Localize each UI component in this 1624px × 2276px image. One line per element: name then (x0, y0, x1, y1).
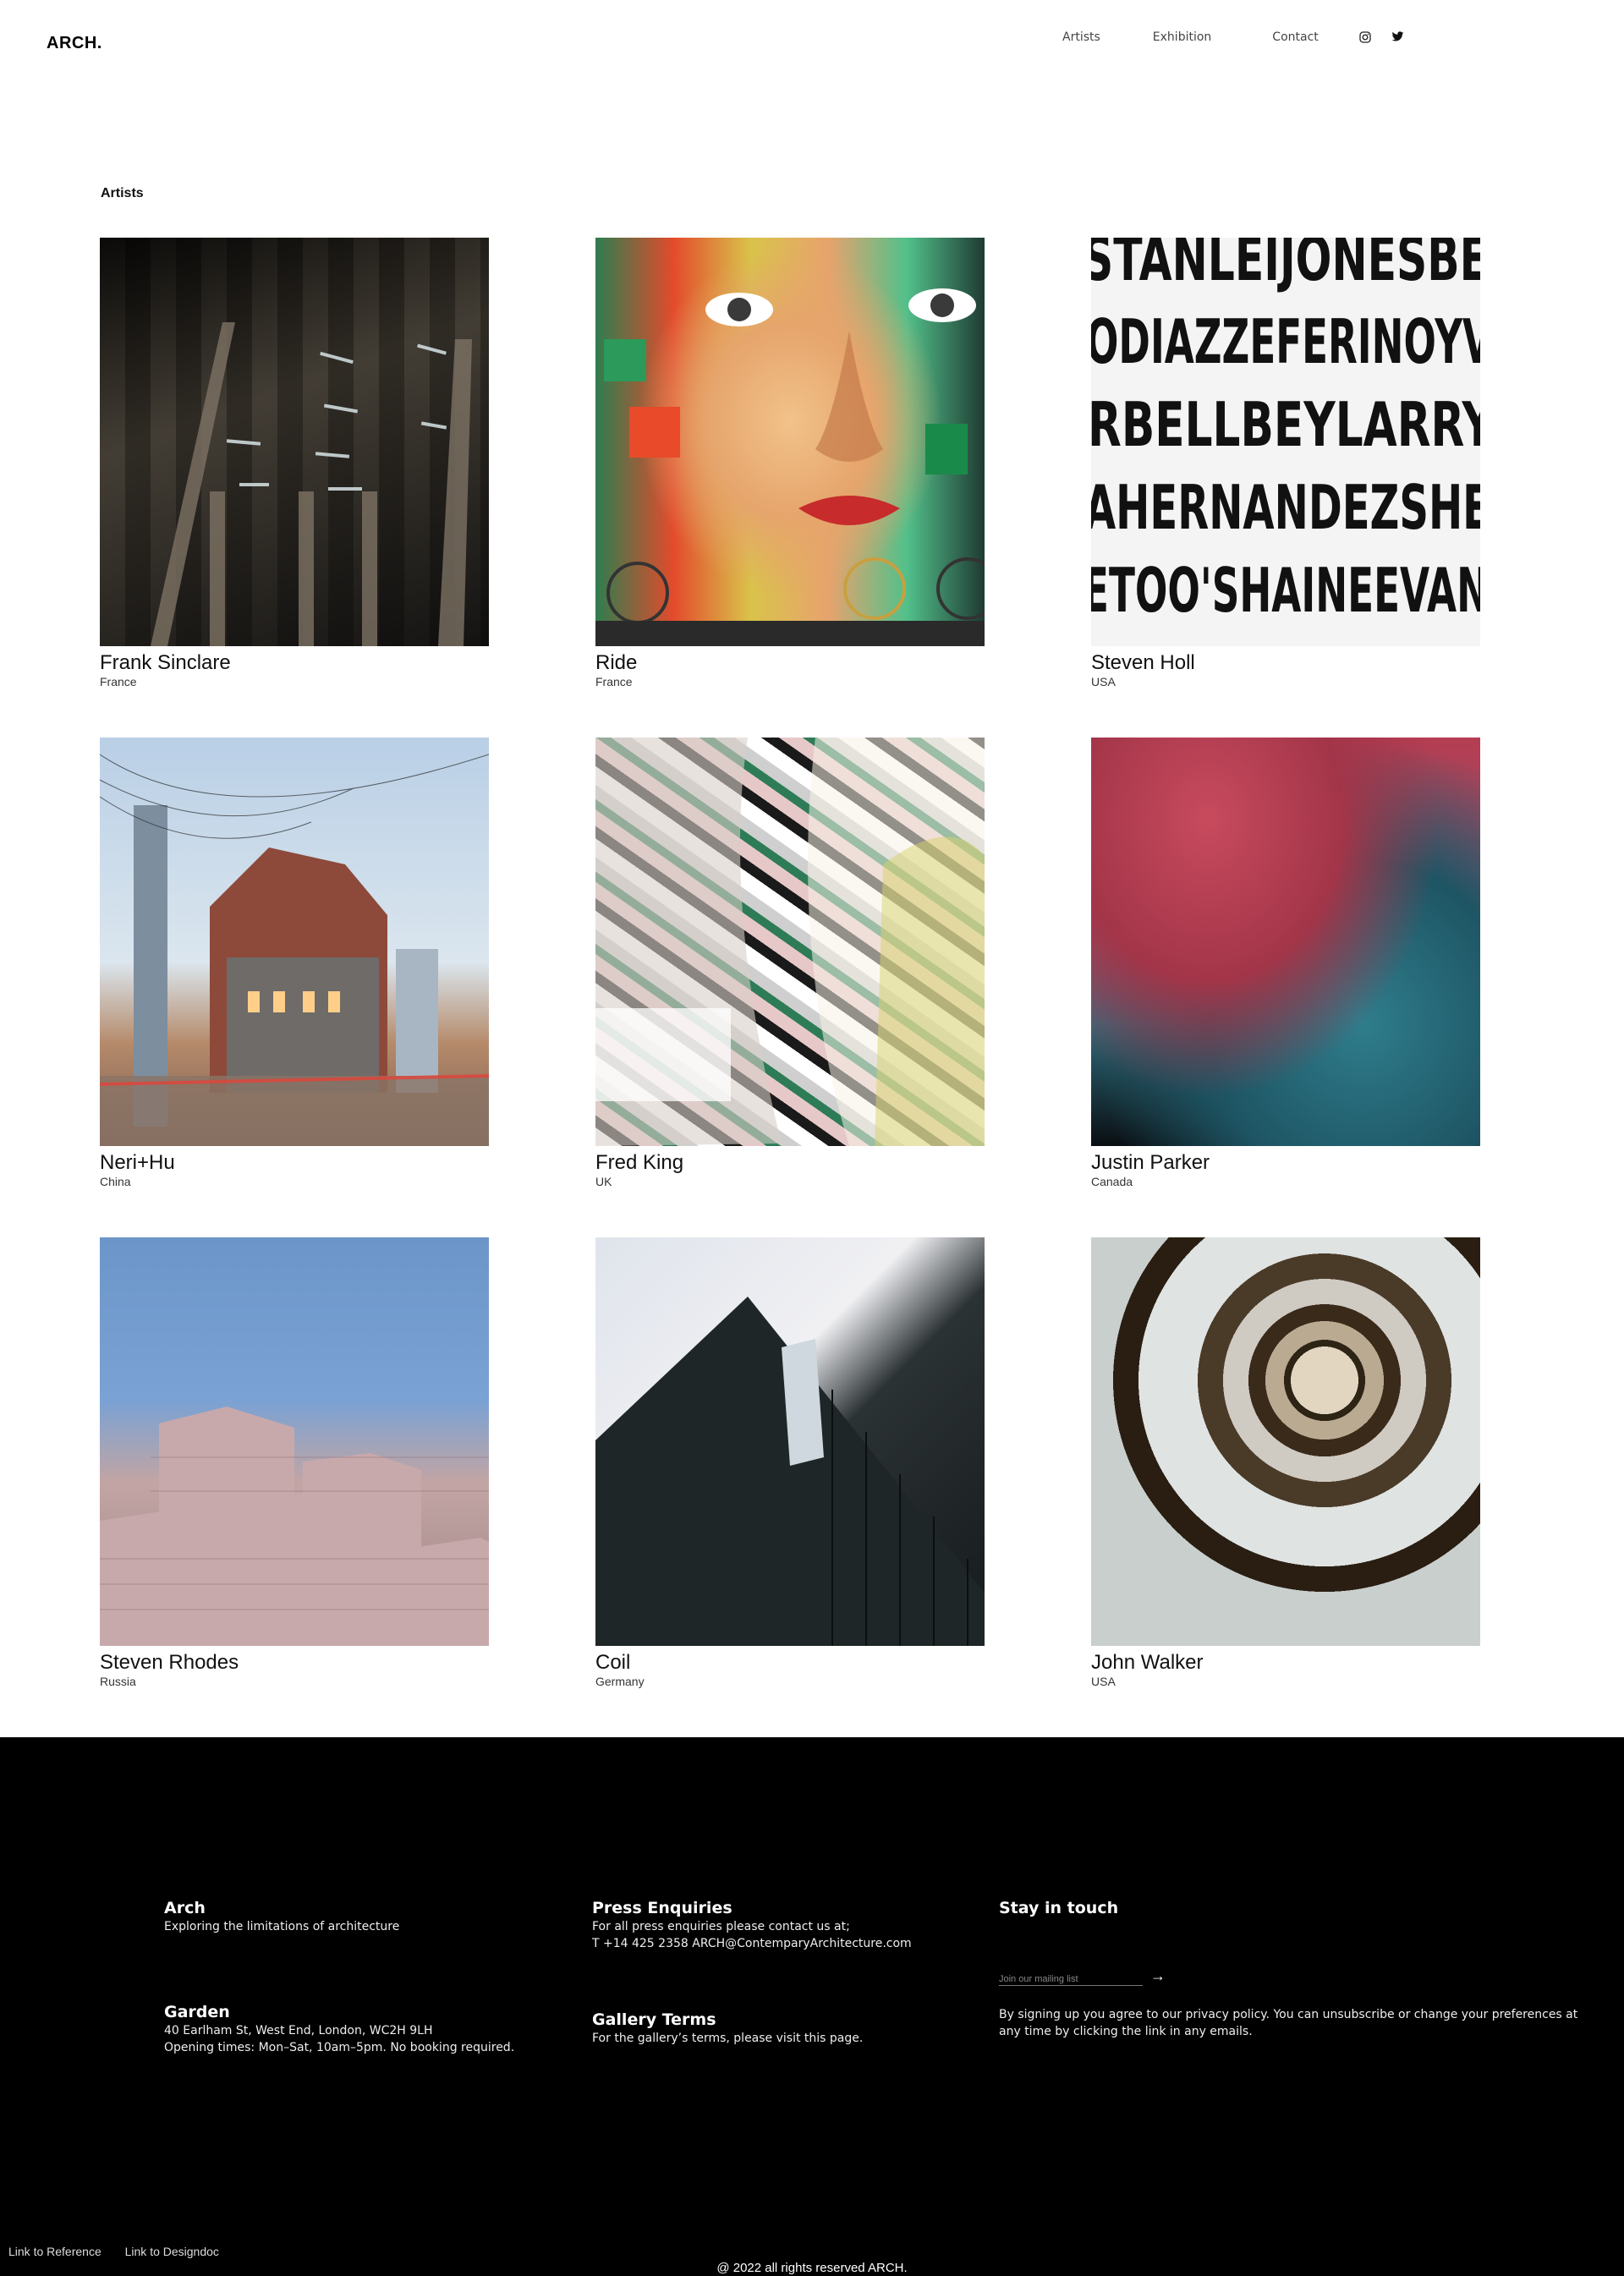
artist-name[interactable]: Fred King (595, 1151, 985, 1175)
artist-country: UK (595, 1175, 612, 1188)
nav-artists[interactable]: Artists (1062, 30, 1100, 44)
privacy-note: By signing up you agree to our privacy p… (999, 2008, 1578, 2038)
twitter-icon[interactable] (1391, 31, 1404, 43)
footer-stay-title: Stay in touch (999, 1899, 1119, 1917)
artist-card[interactable]: Fred King UK (595, 738, 985, 1190)
footer-stay: Stay in touch (999, 1898, 1118, 1918)
site-logo[interactable]: ARCH. (47, 34, 102, 53)
artist-name[interactable]: Steven Rhodes (100, 1651, 489, 1675)
footer-press-line2[interactable]: T +14 425 2358 ARCH@ContemparyArchitectu… (592, 1935, 912, 1952)
footer-arch: Arch Exploring the limitations of archit… (164, 1898, 399, 1935)
artist-image[interactable] (100, 738, 489, 1146)
artist-country: USA (1091, 1675, 1116, 1688)
footer-garden-title: Garden (164, 2003, 230, 2021)
artist-card[interactable]: Frank Sinclare France (100, 238, 489, 690)
site-footer: Arch Exploring the limitations of archit… (0, 1737, 1624, 2276)
footer-links: Link to Reference Link to Designdoc (8, 2245, 239, 2258)
footer-terms-title: Gallery Terms (592, 2010, 716, 2029)
svg-text:ETOO'SHAINEEVAN: ETOO'SHAINEEVAN (1091, 555, 1480, 626)
artist-image[interactable]: STANLEIJONESBE ODIAZZEFERINOYV RBELLBEYL… (1091, 238, 1480, 646)
artist-name[interactable]: Ride (595, 651, 985, 675)
footer-garden-address: 40 Earlham St, West End, London, WC2H 9L… (164, 2024, 433, 2037)
artist-name[interactable]: John Walker (1091, 1651, 1480, 1675)
artist-image[interactable] (595, 238, 985, 646)
footer-terms-text[interactable]: For the gallery’s terms, please visit th… (592, 2030, 863, 2047)
artist-image[interactable] (1091, 1237, 1480, 1646)
svg-text:ODIAZZEFERINOYV: ODIAZZEFERINOYV (1091, 306, 1480, 377)
footer-arch-text: Exploring the limitations of architectur… (164, 1920, 400, 1933)
main-nav: Artists Exhibition Contact (1062, 30, 1424, 44)
artist-card[interactable]: Justin Parker Canada (1091, 738, 1480, 1190)
footer-garden: Garden 40 Earlham St, West End, London, … (164, 2002, 514, 2056)
artist-image[interactable] (1091, 738, 1480, 1146)
footer-press-title: Press Enquiries (592, 1899, 732, 1917)
artist-country: France (100, 675, 137, 688)
artist-country: France (595, 675, 633, 688)
artist-country: China (100, 1175, 131, 1188)
link-designdoc[interactable]: Link to Designdoc (125, 2245, 219, 2258)
submit-arrow-icon[interactable]: → (1150, 1967, 1166, 1985)
artist-name[interactable]: Justin Parker (1091, 1151, 1480, 1175)
artist-image[interactable] (595, 738, 985, 1146)
mailing-list-input[interactable]: Join our mailing list (999, 1974, 1143, 1986)
footer-press: Press Enquiries For all press enquiries … (592, 1898, 912, 1952)
artist-name[interactable]: Neri+Hu (100, 1151, 489, 1175)
artist-card[interactable]: Ride France (595, 238, 985, 690)
artist-image[interactable] (100, 238, 489, 646)
copyright: @ 2022 all rights reserved ARCH. (716, 2261, 908, 2275)
artist-country: USA (1091, 675, 1116, 688)
artist-card[interactable]: STANLEIJONESBE ODIAZZEFERINOYV RBELLBEYL… (1091, 238, 1480, 690)
artist-image[interactable] (595, 1237, 985, 1646)
link-reference[interactable]: Link to Reference (8, 2245, 102, 2258)
svg-text:STANLEIJONESBE: STANLEIJONESBE (1091, 238, 1480, 294)
svg-text:AHERNANDEZSHE: AHERNANDEZSHE (1091, 472, 1480, 543)
artist-card[interactable]: Neri+Hu China (100, 738, 489, 1190)
nav-exhibition[interactable]: Exhibition (1153, 30, 1212, 44)
artist-card[interactable]: Steven Rhodes Russia (100, 1237, 489, 1690)
footer-garden-hours: Opening times: Mon–Sat, 10am–5pm. No boo… (164, 2041, 515, 2054)
footer-terms: Gallery Terms For the gallery’s terms, p… (592, 2010, 863, 2047)
artist-name[interactable]: Frank Sinclare (100, 651, 489, 675)
artist-name[interactable]: Coil (595, 1651, 985, 1675)
artist-country: Germany (595, 1675, 645, 1688)
footer-press-line1: For all press enquiries please contact u… (592, 1920, 850, 1933)
artist-card[interactable]: Coil Germany (595, 1237, 985, 1690)
section-title: Artists (101, 186, 144, 200)
artist-country: Canada (1091, 1175, 1133, 1188)
artists-grid: Frank Sinclare France Ride France STANLE… (100, 238, 1480, 1690)
footer-arch-title: Arch (164, 1899, 206, 1917)
instagram-icon[interactable] (1359, 31, 1371, 43)
artist-name[interactable]: Steven Holl (1091, 651, 1480, 675)
svg-text:RBELLBEYLARRY: RBELLBEYLARRY (1091, 389, 1480, 460)
artist-card[interactable]: John Walker USA (1091, 1237, 1480, 1690)
nav-contact[interactable]: Contact (1272, 30, 1318, 44)
artist-country: Russia (100, 1675, 136, 1688)
artist-image[interactable] (100, 1237, 489, 1646)
